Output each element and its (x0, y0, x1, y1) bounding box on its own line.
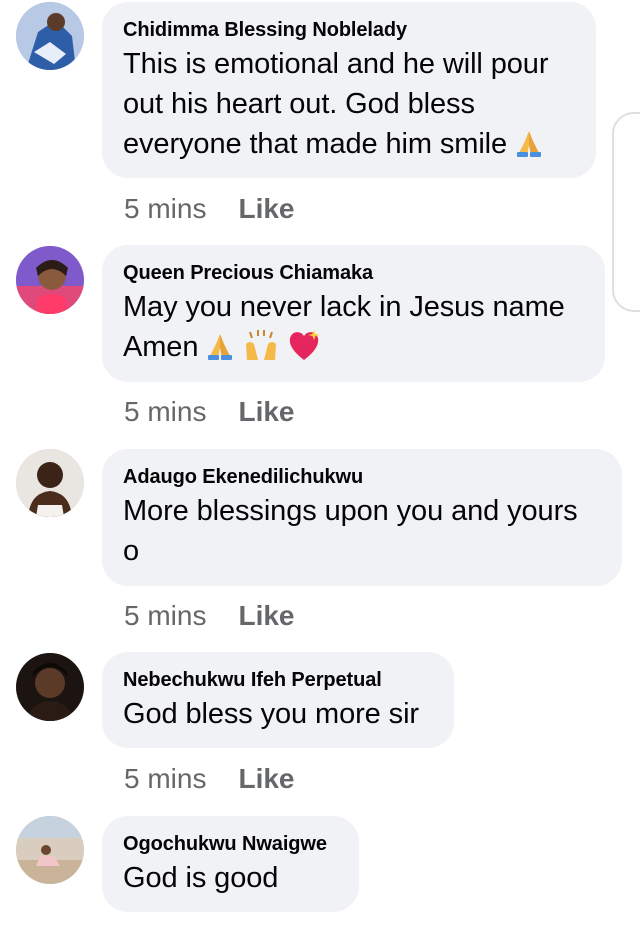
avatar-photo-icon (16, 653, 84, 721)
comment-line: This is emotional and he will pour (123, 48, 549, 80)
like-button[interactable]: Like (238, 396, 294, 427)
avatar[interactable] (16, 653, 84, 721)
comment-timestamp[interactable]: 5 mins (124, 763, 206, 794)
comment-text: More blessings upon you and yours o (123, 491, 600, 571)
comment-line: Amen (123, 331, 199, 363)
comment-line: May you never lack in Jesus name (123, 291, 565, 323)
comment-timestamp[interactable]: 5 mins (124, 600, 206, 631)
comment-text: God is good (123, 858, 337, 898)
sparkling-heart-icon (286, 328, 322, 362)
comment-timestamp[interactable]: 5 mins (124, 396, 206, 427)
comment-line: o (123, 535, 140, 567)
avatar-photo-icon (16, 246, 84, 314)
comment-author[interactable]: Nebechukwu Ifeh Perpetual (123, 668, 432, 692)
comment-text: God bless you more sir (123, 694, 432, 734)
avatar[interactable] (16, 2, 84, 70)
comment-actions: 5 mins Like (124, 193, 295, 225)
like-button[interactable]: Like (238, 763, 294, 794)
avatar-photo-icon (16, 816, 84, 884)
raising-hands-icon (242, 330, 280, 362)
comment-timestamp[interactable]: 5 mins (124, 193, 206, 224)
comment-line: God bless you more sir (123, 698, 419, 730)
avatar[interactable] (16, 816, 84, 884)
avatar-photo-icon (16, 2, 84, 70)
comment-line: More blessings upon you and yours (123, 495, 578, 527)
avatar-photo-icon (16, 449, 84, 517)
avatar[interactable] (16, 246, 84, 314)
comment-author[interactable]: Adaugo Ekenedilichukwu (123, 465, 600, 489)
comment-text: This is emotional and he will pour out h… (123, 44, 574, 164)
like-button[interactable]: Like (238, 193, 294, 224)
comment-bubble: Nebechukwu Ifeh Perpetual God bless you … (102, 652, 454, 748)
comment-line: God is good (123, 862, 279, 894)
comment-line: everyone that made him smile (123, 128, 508, 160)
like-button[interactable]: Like (238, 600, 294, 631)
comment-actions: 5 mins Like (124, 600, 295, 632)
folded-hands-icon (513, 127, 545, 159)
comment-author[interactable]: Queen Precious Chiamaka (123, 261, 583, 285)
folded-hands-icon (204, 330, 236, 362)
scroll-handle[interactable] (612, 112, 640, 312)
comment-author[interactable]: Ogochukwu Nwaigwe (123, 832, 337, 856)
comment-actions: 5 mins Like (124, 763, 295, 795)
comment-bubble: Chidimma Blessing Noblelady This is emot… (102, 2, 596, 178)
avatar[interactable] (16, 449, 84, 517)
comment-bubble: Queen Precious Chiamaka May you never la… (102, 245, 605, 382)
comment-actions: 5 mins Like (124, 396, 295, 428)
comment-author[interactable]: Chidimma Blessing Noblelady (123, 18, 574, 42)
comment-bubble: Ogochukwu Nwaigwe God is good (102, 816, 359, 912)
comment-text: May you never lack in Jesus name Amen (123, 287, 583, 367)
comment-bubble: Adaugo Ekenedilichukwu More blessings up… (102, 449, 622, 586)
comment-line: out his heart out. God bless (123, 88, 475, 120)
